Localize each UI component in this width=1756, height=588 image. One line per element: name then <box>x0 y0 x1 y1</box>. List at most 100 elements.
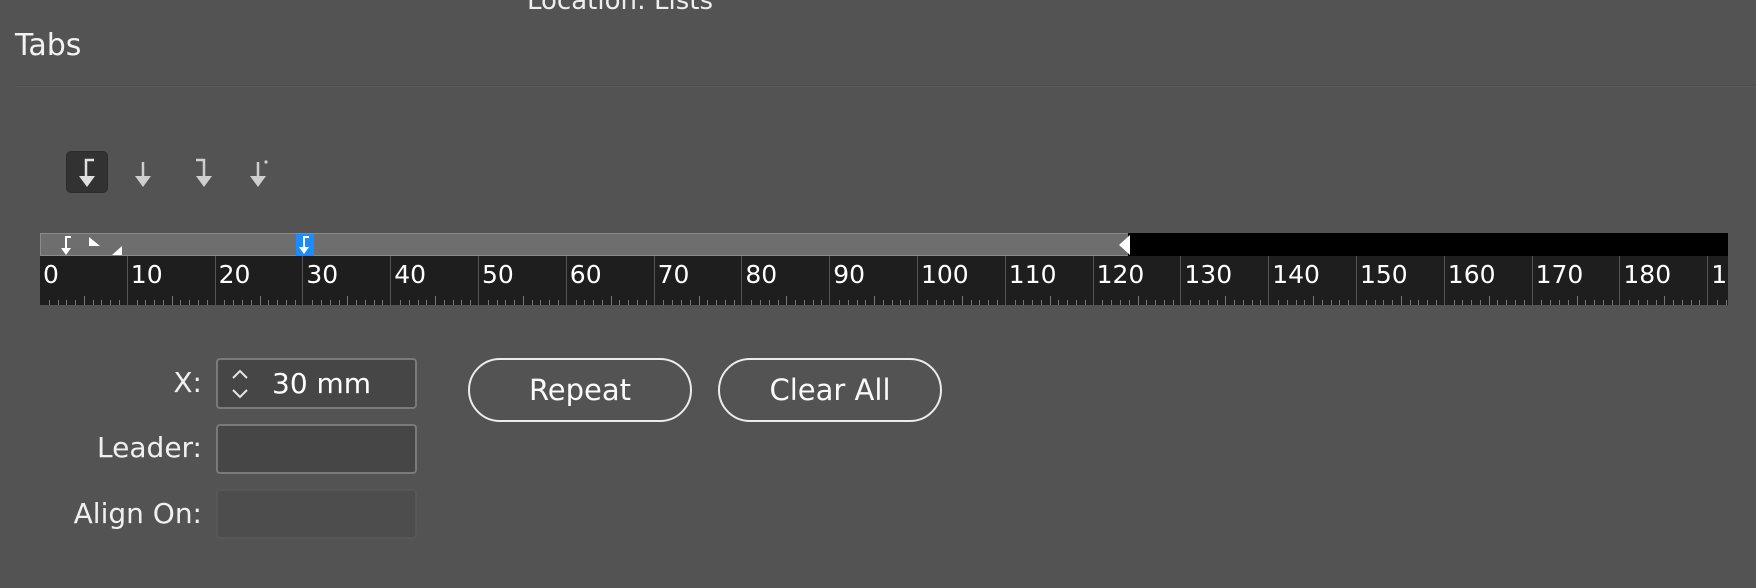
ruler-minor-tick <box>751 300 753 305</box>
ruler-minor-tick <box>1409 300 1411 305</box>
ruler-minor-tick <box>979 300 981 305</box>
tab-ruler-scale[interactable]: 0 10 20 30 40 50 60 70 80 90 100 110 120 130 140 150 160… <box>40 256 1728 305</box>
ruler-minor-tick <box>1234 300 1236 305</box>
ruler-minor-tick <box>83 296 85 305</box>
ruler-minor-tick <box>505 300 507 305</box>
ruler-minor-tick <box>347 296 349 305</box>
tab-stop-marker-selected[interactable] <box>296 234 314 256</box>
ruler-minor-tick <box>1225 296 1227 305</box>
ruler-tick-label: 150 <box>1360 260 1408 289</box>
ruler-major-tick <box>565 256 567 305</box>
ruler-minor-tick <box>584 300 586 305</box>
x-position-stepper[interactable] <box>216 358 262 409</box>
stepper-arrows-icon <box>231 369 248 398</box>
ruler-minor-tick <box>1479 300 1481 305</box>
ruler-minor-tick <box>1515 300 1517 305</box>
ruler-minor-tick <box>522 296 524 305</box>
ruler-minor-tick <box>382 300 384 305</box>
ruler-minor-tick <box>1400 296 1402 305</box>
left-indent-marker-top[interactable] <box>88 236 102 248</box>
ruler-major-tick <box>1004 256 1006 305</box>
ruler-minor-tick <box>1488 296 1490 305</box>
left-justified-tab-button[interactable] <box>66 151 108 193</box>
ruler-minor-tick <box>1374 300 1376 305</box>
ruler-minor-tick <box>75 300 77 305</box>
ruler-minor-tick <box>1365 300 1367 305</box>
ruler-minor-tick <box>487 300 489 305</box>
ruler-minor-tick <box>909 300 911 305</box>
ruler-minor-tick <box>601 300 603 305</box>
ruler-out-of-bounds-area <box>1128 233 1728 256</box>
panel-title: Tabs <box>15 28 82 63</box>
ruler-minor-tick <box>1690 300 1692 305</box>
ruler-minor-tick <box>724 300 726 305</box>
align-on-label: Align On: <box>73 497 202 530</box>
ruler-minor-tick <box>1198 300 1200 305</box>
ruler-minor-tick <box>1076 300 1078 305</box>
ruler-major-tick <box>829 256 831 305</box>
ruler-minor-tick <box>637 300 639 305</box>
ruler-minor-tick <box>48 300 50 305</box>
ruler-minor-tick <box>294 300 296 305</box>
ruler-minor-tick <box>865 300 867 305</box>
ruler-tick-label: 80 <box>745 260 778 289</box>
ruler-minor-tick <box>645 300 647 305</box>
leader-input[interactable] <box>216 424 417 474</box>
ruler-minor-tick <box>364 300 366 305</box>
first-line-indent-marker[interactable] <box>58 234 74 258</box>
decimal-tab-button[interactable] <box>238 151 280 193</box>
ruler-minor-tick <box>847 300 849 305</box>
ruler-tick-label: 170 <box>1535 260 1584 289</box>
ruler-minor-tick <box>935 300 937 305</box>
ruler-minor-tick <box>926 300 928 305</box>
ruler-minor-tick <box>759 300 761 305</box>
ruler-minor-tick <box>1506 300 1508 305</box>
left-tab-icon <box>79 158 95 187</box>
ruler-minor-tick <box>514 300 516 305</box>
ruler-minor-tick <box>1585 300 1587 305</box>
ruler-minor-tick <box>241 300 243 305</box>
ruler-minor-tick <box>1084 300 1086 305</box>
ruler-minor-tick <box>259 296 261 305</box>
ruler-minor-tick <box>1040 300 1042 305</box>
clear-all-button[interactable]: Clear All <box>718 358 942 422</box>
ruler-tick-label: 50 <box>482 260 514 289</box>
center-justified-tab-button[interactable] <box>122 151 164 193</box>
ruler-tick-label: 40 <box>394 260 426 289</box>
ruler-minor-tick <box>689 300 691 305</box>
x-position-input[interactable]: 30 mm <box>260 358 417 409</box>
left-indent-marker-bottom[interactable] <box>111 245 123 256</box>
ruler-minor-tick <box>1611 300 1613 305</box>
ruler-tick-label: 110 <box>1008 260 1057 289</box>
ruler-minor-tick <box>1418 300 1420 305</box>
ruler-minor-tick <box>110 300 112 305</box>
ruler-minor-tick <box>338 300 340 305</box>
right-indent-marker[interactable] <box>1118 234 1132 256</box>
ruler-tick-label: 60 <box>569 260 602 289</box>
ruler-minor-tick <box>1699 300 1701 305</box>
ruler-minor-tick <box>1067 300 1069 305</box>
ruler-minor-tick <box>1251 300 1253 305</box>
ruler-minor-tick <box>1541 300 1543 305</box>
ruler-minor-tick <box>1304 300 1306 305</box>
ruler-minor-tick <box>1567 300 1569 305</box>
ruler-minor-tick <box>777 300 779 305</box>
ruler-minor-tick <box>1242 300 1244 305</box>
x-position-label: X: <box>173 366 202 399</box>
ruler-major-tick <box>653 256 655 305</box>
ruler-minor-tick <box>953 300 955 305</box>
right-justified-tab-button[interactable] <box>182 151 224 193</box>
ruler-minor-tick <box>1576 296 1578 305</box>
ruler-tick-label: 100 <box>921 260 969 289</box>
ruler-tick-label: 160 <box>1447 260 1496 289</box>
ruler-minor-tick <box>1664 296 1666 305</box>
ruler-minor-tick <box>1321 300 1323 305</box>
ruler-minor-tick <box>1523 300 1525 305</box>
repeat-button[interactable]: Repeat <box>468 358 692 422</box>
ruler-minor-tick <box>1629 300 1631 305</box>
ruler-minor-tick <box>101 300 103 305</box>
ruler-major-tick <box>1092 256 1094 305</box>
ruler-minor-tick <box>189 300 191 305</box>
ruler-minor-tick <box>1172 300 1174 305</box>
ruler-minor-tick <box>821 300 823 305</box>
